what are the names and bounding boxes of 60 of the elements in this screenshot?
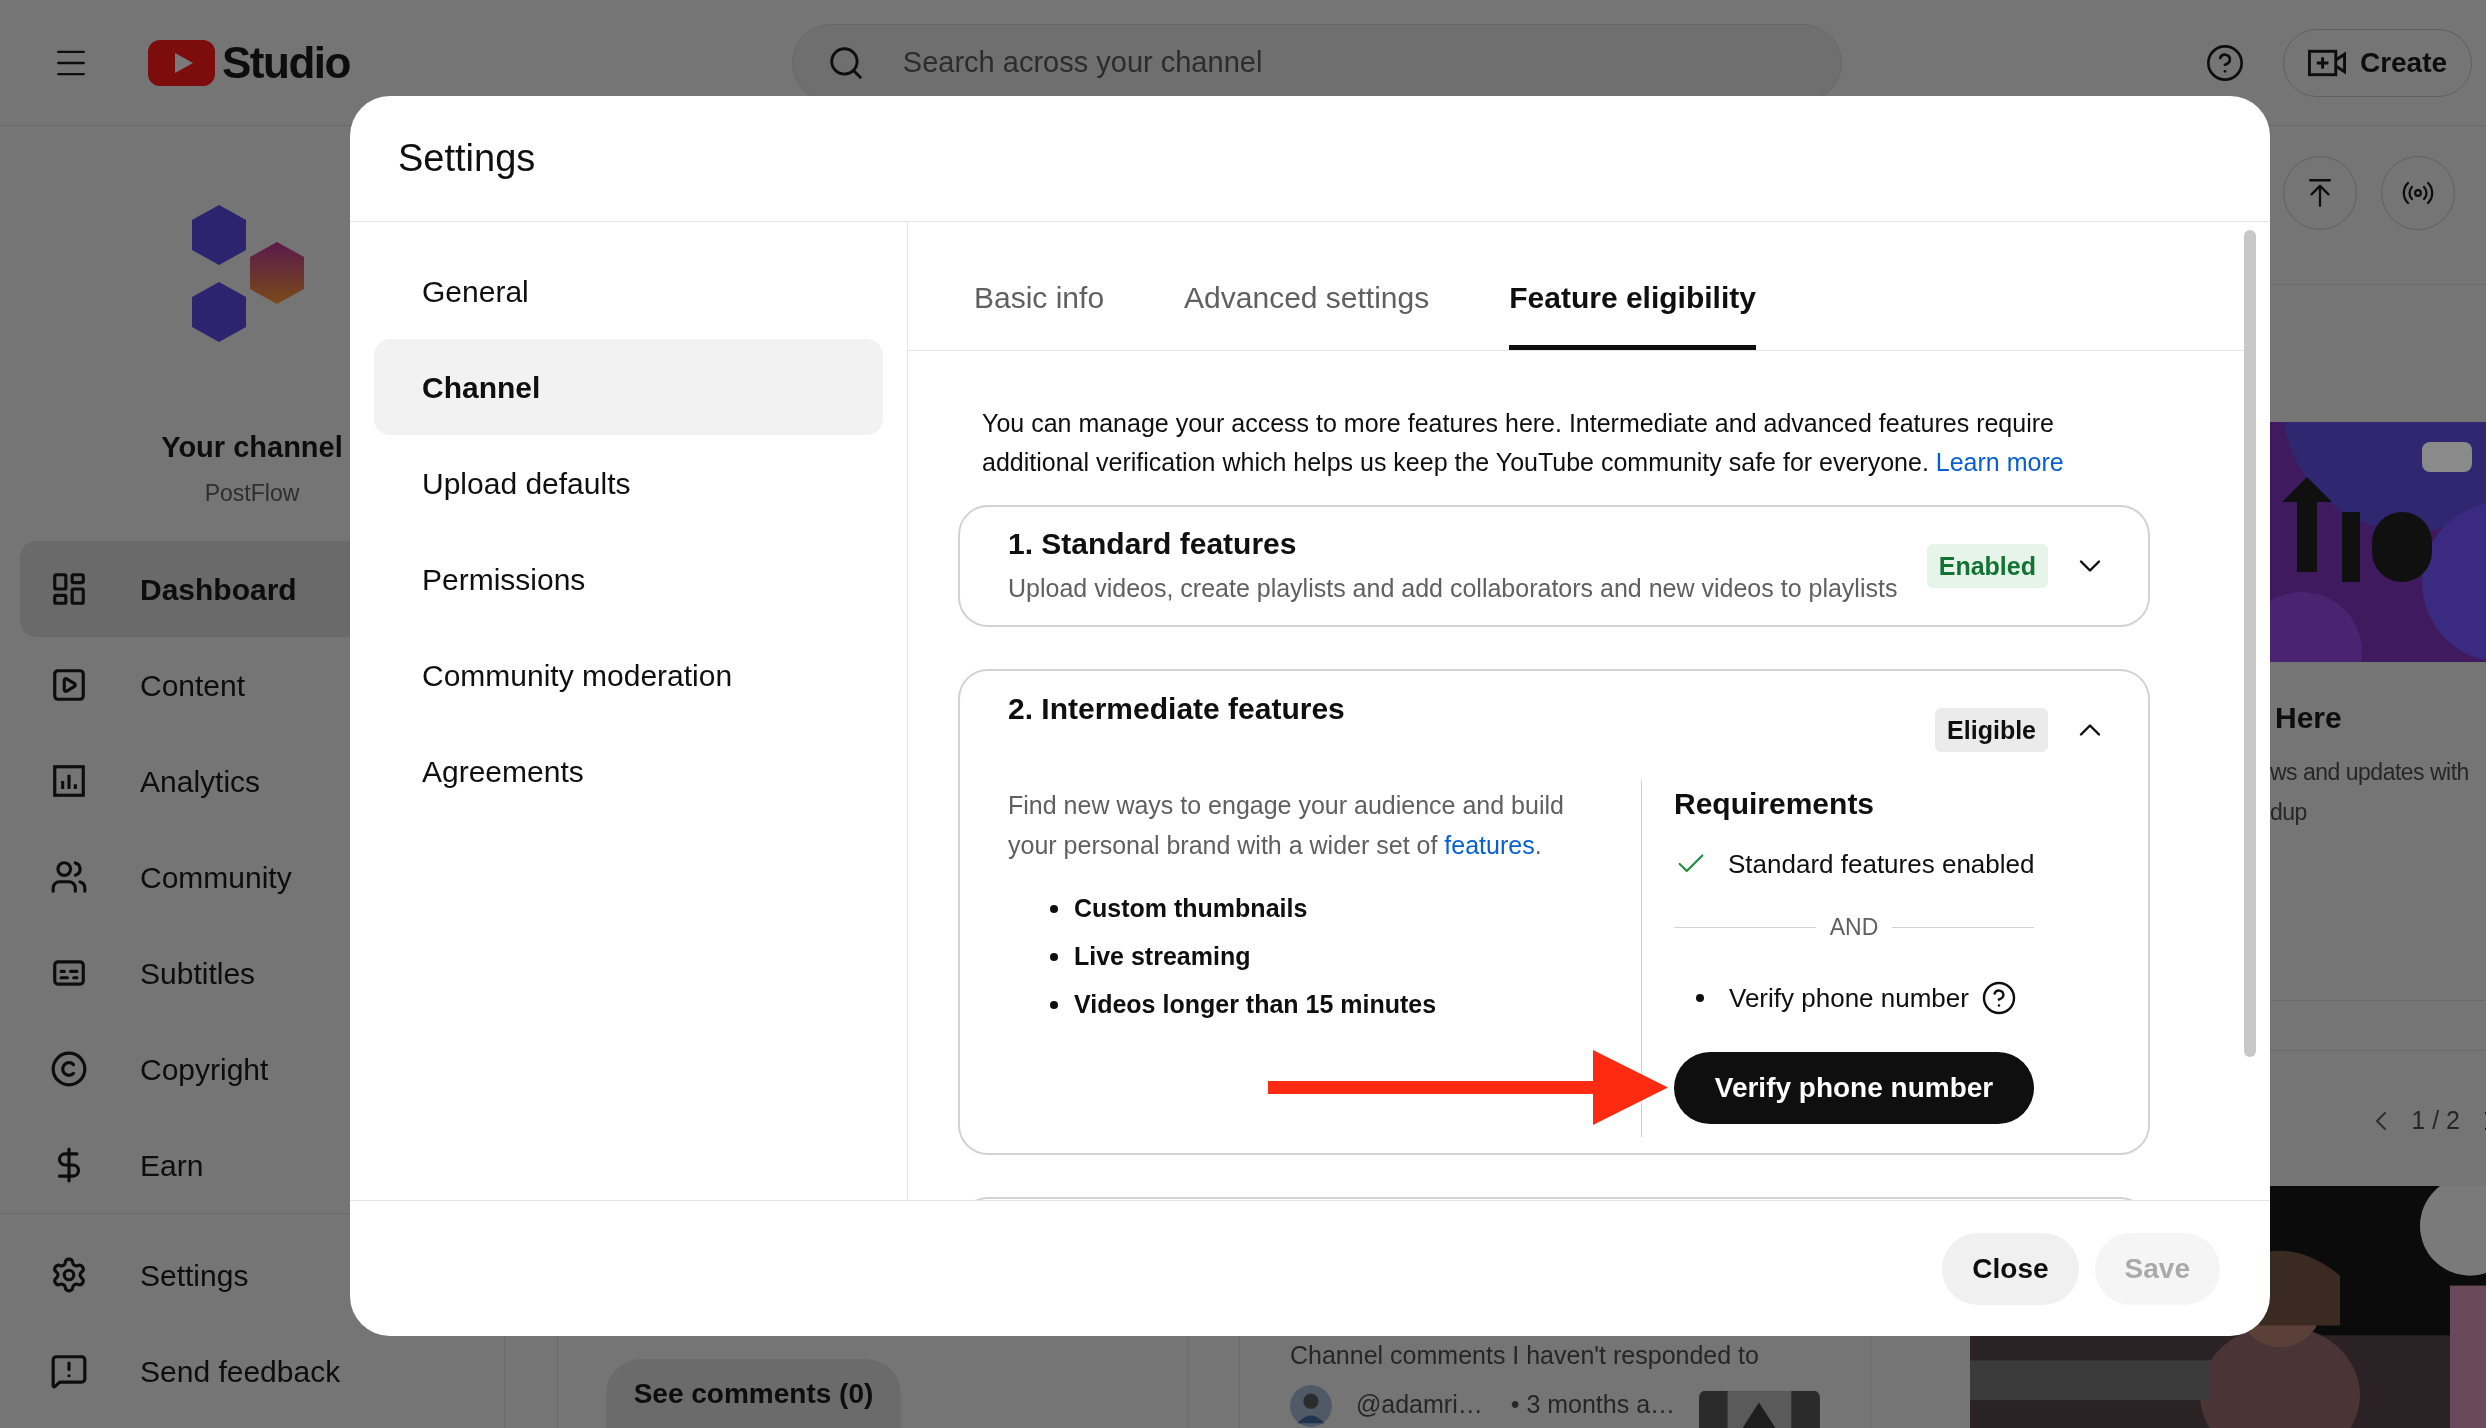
tab[interactable]: Feature eligibility bbox=[1509, 222, 1756, 350]
see-comments-button[interactable]: See comments (0) bbox=[606, 1359, 901, 1428]
perk-text: Live streaming bbox=[1074, 941, 1251, 973]
feature-description: Upload videos, create playlists and add collaborators and new videos to playlists bbox=[1008, 573, 1898, 604]
card-text: dup bbox=[2270, 798, 2308, 827]
logo-text: Studio bbox=[222, 40, 350, 85]
intro-text: You can manage your access to more features here. Intermediate and advanced features require additional verification which helps us keep the YouTube community safe for everyone. Learn more bbox=[981, 408, 2065, 478]
feature-title: 1. Standard features bbox=[1008, 526, 1298, 562]
dashboard-icon bbox=[50, 570, 88, 608]
bullet-icon bbox=[1050, 953, 1058, 961]
sidebar-item[interactable]: Earn bbox=[20, 1117, 504, 1213]
features-link[interactable]: features bbox=[1444, 831, 1535, 859]
sidebar-item[interactable]: Community bbox=[20, 829, 504, 925]
learn-more-link[interactable]: Learn more bbox=[1935, 448, 2064, 476]
card-text: ws and updates with bbox=[2270, 758, 2470, 787]
settings-nav-item[interactable]: General bbox=[374, 243, 883, 339]
feature-title: 2. Intermediate features bbox=[1008, 691, 1345, 727]
help-icon[interactable] bbox=[1980, 980, 2017, 1016]
people-icon bbox=[50, 858, 88, 896]
dialog-title: Settings bbox=[398, 136, 536, 181]
separator-text: AND bbox=[1829, 912, 1879, 942]
play-logo-icon bbox=[148, 39, 215, 86]
video-plus-icon bbox=[2307, 47, 2346, 78]
settings-nav-item[interactable]: Channel bbox=[374, 339, 883, 435]
settings-icon bbox=[50, 1256, 88, 1294]
requirement-text: Verify phone number bbox=[1729, 981, 1969, 1015]
card-title: Here bbox=[2275, 700, 2343, 736]
bullet-icon bbox=[1050, 905, 1058, 913]
comment-time: • 3 months a… bbox=[1510, 1389, 1676, 1420]
sidebar-item[interactable]: Subtitles bbox=[20, 925, 504, 1021]
scrollbar[interactable] bbox=[2244, 230, 2256, 1057]
settings-nav-item[interactable]: Agreements bbox=[374, 723, 883, 819]
requirements-title: Requirements bbox=[1674, 786, 1876, 822]
chart-icon bbox=[50, 762, 88, 800]
bullet-icon bbox=[1050, 1001, 1058, 1009]
feature-card[interactable]: 1. Standard features Upload videos, create playlists and add collaborators and new videos to playlists Enabled bbox=[958, 505, 2150, 627]
sidebar-item[interactable]: Copyright bbox=[20, 1021, 504, 1117]
video-library-icon bbox=[50, 666, 88, 704]
feature-description: Find new ways to engage your audience and build your personal brand with a wider set of features. bbox=[1008, 790, 1565, 861]
tab[interactable]: Basic info bbox=[974, 222, 1105, 350]
status-badge: Enabled bbox=[1926, 544, 2048, 588]
sidebar-item[interactable]: Settings bbox=[20, 1227, 504, 1323]
avatar bbox=[1290, 1384, 1332, 1428]
channel-title: Your channel bbox=[161, 430, 343, 465]
comment-author[interactable]: @adamri… bbox=[1355, 1384, 1483, 1424]
sidebar-item[interactable]: Send feedback bbox=[20, 1323, 504, 1419]
card-heading: Channel comments I haven't responded to bbox=[1290, 1340, 1760, 1370]
pager-text: 1 / 2 bbox=[2411, 1105, 2460, 1137]
requirement-text: Standard features enabled bbox=[1728, 847, 2035, 881]
channel-name: PostFlow bbox=[204, 479, 300, 508]
settings-nav-item[interactable]: Upload defaults bbox=[374, 435, 883, 531]
perk-text: Videos longer than 15 minutes bbox=[1074, 989, 1437, 1021]
feedback-icon bbox=[50, 1352, 88, 1390]
status-badge: Eligible bbox=[1935, 708, 2048, 752]
tab[interactable]: Advanced settings bbox=[1184, 222, 1430, 350]
perk-text: Custom thumbnails bbox=[1074, 893, 1308, 925]
copyright-icon bbox=[50, 1050, 88, 1088]
verify-phone-button[interactable]: Verify phone number bbox=[1674, 1052, 2034, 1124]
search-field[interactable]: Search across your channel bbox=[902, 40, 1603, 85]
dialog-button[interactable]: Close bbox=[1942, 1232, 2079, 1305]
